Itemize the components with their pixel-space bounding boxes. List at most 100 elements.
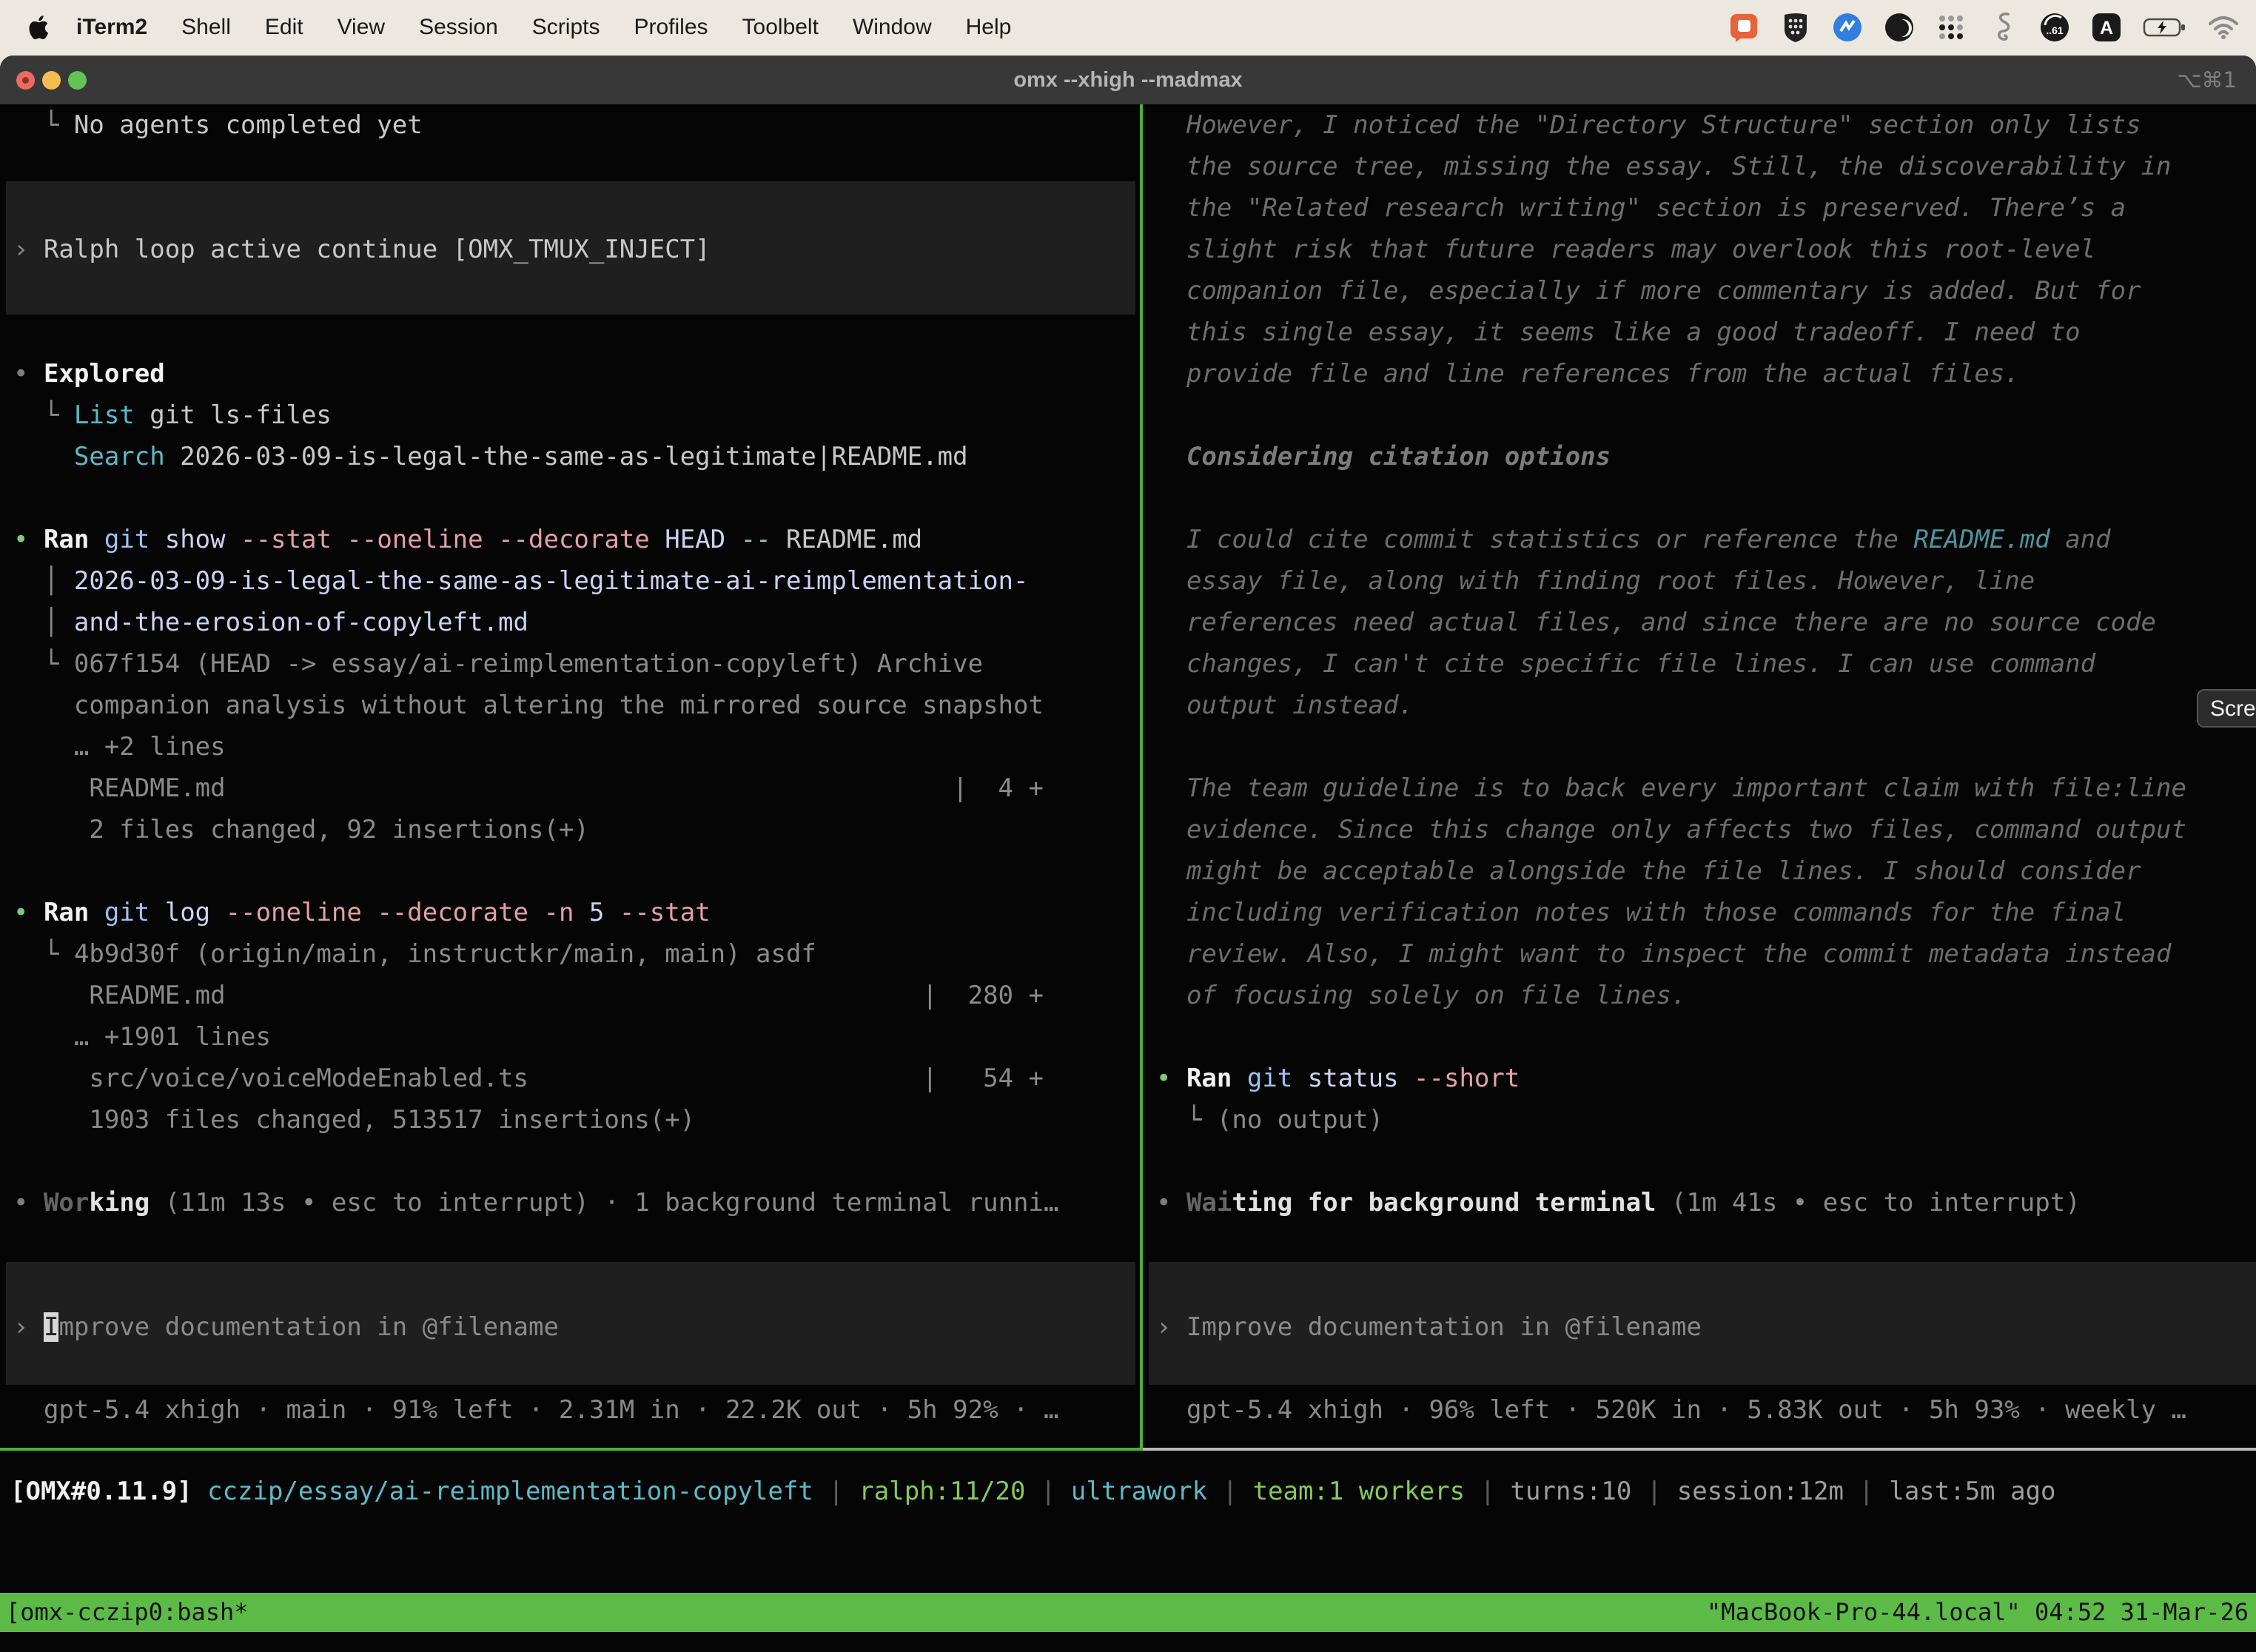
terminal-line: │ and-the-erosion-of-copyleft.md xyxy=(9,602,1137,643)
terminal-line: │ 2026-03-09-is-legal-the-same-as-legiti… xyxy=(9,560,1137,602)
wifi-icon[interactable] xyxy=(2207,11,2240,44)
iterm-window: omx --xhigh --madmax ⌥⌘1 └ No agents com… xyxy=(0,56,2256,1652)
terminal-line: … +2 lines xyxy=(9,726,1137,768)
bolt-circle-icon[interactable] xyxy=(1831,11,1864,44)
terminal-line: README.md | 280 + xyxy=(9,975,1137,1016)
terminal-line: However, I noticed the "Directory Struct… xyxy=(1152,104,2256,146)
terminal-line xyxy=(1152,1348,2256,1389)
terminal-line: gpt-5.4 xhigh · 96% left · 520K in · 5.8… xyxy=(1152,1389,2256,1431)
terminal-line xyxy=(9,187,1137,229)
terminal-line: Search 2026-03-09-is-legal-the-same-as-l… xyxy=(9,436,1137,477)
terminal-line xyxy=(1152,726,2256,768)
pane-border-bottom-right xyxy=(1143,1448,2256,1451)
window-titlebar: omx --xhigh --madmax ⌥⌘1 xyxy=(0,56,2256,104)
terminal-line: › Improve documentation in @filename xyxy=(9,1306,1137,1348)
terminal-line: essay file, along with finding root file… xyxy=(1152,560,2256,602)
terminal-line: • Explored xyxy=(9,353,1137,394)
hook-icon[interactable] xyxy=(1987,11,2019,44)
terminal-line xyxy=(9,270,1137,312)
terminal-line: └ No agents completed yet xyxy=(9,104,1137,146)
letter-a-icon[interactable]: A xyxy=(2090,11,2123,44)
terminal-line: changes, I can't cite specific file line… xyxy=(1152,643,2256,685)
window-shortcut: ⌥⌘1 xyxy=(2177,56,2237,104)
pane-border-bottom-left xyxy=(0,1448,1143,1451)
menu-item-window[interactable]: Window xyxy=(836,15,949,40)
menu-item-toolbelt[interactable]: Toolbelt xyxy=(725,15,836,40)
terminal-line: provide file and line references from th… xyxy=(1152,353,2256,394)
terminal-line: the "Related research writing" section i… xyxy=(1152,187,2256,229)
terminal-line: references need actual files, and since … xyxy=(1152,602,2256,643)
terminal-line: slight risk that future readers may over… xyxy=(1152,229,2256,270)
apple-logo-icon[interactable] xyxy=(28,15,49,40)
terminal-line xyxy=(9,312,1137,353)
terminal-line: src/voice/voiceModeEnabled.ts | 54 + xyxy=(9,1058,1137,1099)
terminal-line: review. Also, I might want to inspect th… xyxy=(1152,933,2256,975)
terminal-line xyxy=(9,1141,1137,1182)
terminal-line: companion file, especially if more comme… xyxy=(1152,270,2256,312)
screen-overlay[interactable]: Scre xyxy=(2197,689,2256,728)
right-pane: However, I noticed the "Directory Struct… xyxy=(1152,104,2256,1431)
window-title: omx --xhigh --madmax xyxy=(0,56,2256,104)
terminal-line: … +1901 lines xyxy=(9,1016,1137,1058)
tmux-session-label: [omx-cczip0:bash* xyxy=(6,1593,249,1632)
terminal-line: • Ran git status --short xyxy=(1152,1058,2256,1099)
terminal-line xyxy=(1152,477,2256,519)
terminal-line: › Improve documentation in @filename xyxy=(1152,1306,2256,1348)
terminal-line: • Waiting for background terminal (1m 41… xyxy=(1152,1182,2256,1223)
terminal-line xyxy=(9,1348,1137,1389)
terminal-line: output instead. xyxy=(1152,685,2256,726)
terminal-line: Considering citation options xyxy=(1152,436,2256,477)
menu-item-edit[interactable]: Edit xyxy=(248,15,320,40)
terminal-line: • Ran git log --oneline --decorate -n 5 … xyxy=(9,892,1137,933)
terminal-line: might be acceptable alongside the file l… xyxy=(1152,850,2256,892)
terminal-line: README.md | 4 + xyxy=(9,768,1137,809)
badge-61-icon[interactable]: ..61 xyxy=(2038,11,2071,44)
terminal-line xyxy=(9,146,1137,187)
battery-icon[interactable] xyxy=(2142,11,2188,44)
terminal-line: evidence. Since this change only affects… xyxy=(1152,809,2256,850)
terminal-line: • Ran git show --stat --oneline --decora… xyxy=(9,519,1137,560)
crescent-circle-icon[interactable] xyxy=(1883,11,1916,44)
menu-item-shell[interactable]: Shell xyxy=(164,15,248,40)
terminal-line: └ (no output) xyxy=(1152,1099,2256,1141)
chat-icon[interactable] xyxy=(1728,11,1760,44)
dots-grid-icon[interactable] xyxy=(1935,11,1967,44)
terminal-line xyxy=(1152,1141,2256,1182)
menu-item-scripts[interactable]: Scripts xyxy=(515,15,617,40)
menu-item-help[interactable]: Help xyxy=(949,15,1029,40)
terminal-line: gpt-5.4 xhigh · main · 91% left · 2.31M … xyxy=(9,1389,1137,1431)
terminal-line xyxy=(1152,1223,2256,1265)
tmux-status-bar: [omx-cczip0:bash* "MacBook-Pro-44.local"… xyxy=(0,1593,2256,1632)
terminal-line: The team guideline is to back every impo… xyxy=(1152,768,2256,809)
terminal-line: › Ralph loop active continue [OMX_TMUX_I… xyxy=(9,229,1137,270)
terminal-line xyxy=(9,1223,1137,1265)
terminal-line xyxy=(9,1265,1137,1306)
pane-divider-vertical[interactable] xyxy=(1140,104,1143,1448)
menu-item-iterm2[interactable]: iTerm2 xyxy=(59,15,164,40)
menu-item-profiles[interactable]: Profiles xyxy=(617,15,725,40)
terminal-line xyxy=(9,850,1137,892)
omx-status-bar: [OMX#0.11.9] cczip/essay/ai-reimplementa… xyxy=(6,1471,2056,1512)
left-pane: └ No agents completed yet › Ralph loop ac… xyxy=(9,104,1137,1431)
terminal-line: this single essay, it seems like a good … xyxy=(1152,312,2256,353)
terminal-line: 1903 files changed, 513517 insertions(+) xyxy=(9,1099,1137,1141)
menu-item-session[interactable]: Session xyxy=(402,15,515,40)
terminal-line xyxy=(1152,394,2256,436)
terminal-line: [OMX#0.11.9] cczip/essay/ai-reimplementa… xyxy=(6,1471,2056,1512)
menu-item-view[interactable]: View xyxy=(320,15,402,40)
screen: iTerm2ShellEditViewSessionScriptsProfile… xyxy=(0,0,2256,1652)
terminal-line: └ 4b9d30f (origin/main, instructkr/main,… xyxy=(9,933,1137,975)
terminal-line xyxy=(1152,1265,2256,1306)
terminal-line xyxy=(1152,1016,2256,1058)
terminal-line: └ 067f154 (HEAD -> essay/ai-reimplementa… xyxy=(9,643,1137,685)
terminal-line: of focusing solely on file lines. xyxy=(1152,975,2256,1016)
tmux-host-time: "MacBook-Pro-44.local" 04:52 31-Mar-26 xyxy=(1707,1593,2249,1632)
terminal-line: └ List git ls-files xyxy=(9,394,1137,436)
terminal-line: companion analysis without altering the … xyxy=(9,685,1137,726)
status-icons: ..61 A xyxy=(1728,11,2240,44)
svg-text:..61: ..61 xyxy=(2046,24,2064,36)
svg-text:A: A xyxy=(2100,18,2113,38)
shield-keypad-icon[interactable] xyxy=(1779,11,1812,44)
terminal-line: 2 files changed, 92 insertions(+) xyxy=(9,809,1137,850)
terminal-line xyxy=(9,477,1137,519)
